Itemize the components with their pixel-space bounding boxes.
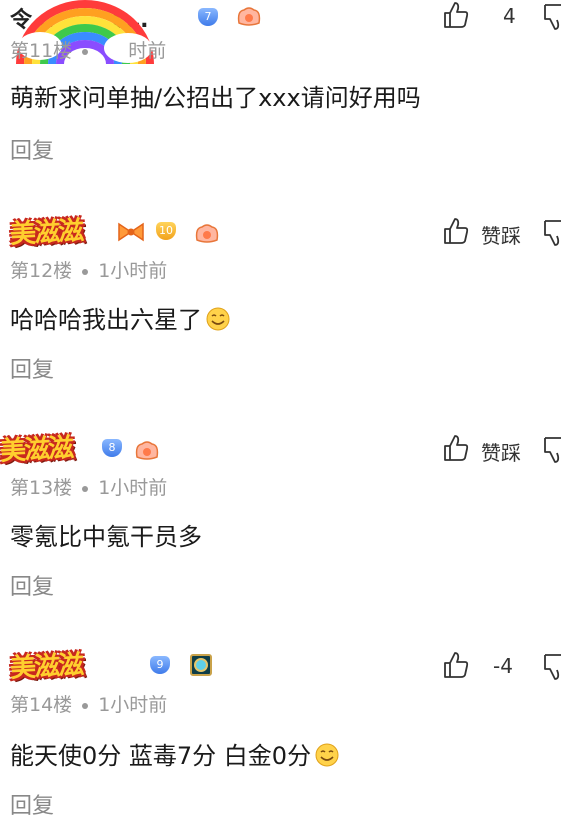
medal-icon bbox=[190, 654, 212, 676]
separator-dot bbox=[82, 48, 89, 55]
like-icon[interactable] bbox=[441, 216, 471, 246]
comment-actions: 赞踩 bbox=[441, 216, 561, 252]
comment-meta: 第12楼 1小时前 bbox=[10, 256, 167, 283]
post-time: 1小时前 bbox=[98, 260, 168, 282]
post-time: 时前 bbox=[128, 40, 167, 62]
comment-actions: 赞踩 bbox=[441, 433, 561, 469]
floor-number: 第12楼 bbox=[10, 260, 73, 282]
comment-floor-13: 美滋滋 8 赞踩 第13楼 1小时前 零氪比中氪干员多 回复 bbox=[0, 433, 561, 650]
reply-button[interactable]: 回复 bbox=[10, 569, 54, 601]
like-icon[interactable] bbox=[441, 650, 471, 680]
like-icon[interactable] bbox=[441, 433, 471, 463]
comment-floor-12: 美滋滋 10 赞踩 第12楼 1小时前 哈哈哈我出六星了 回复 bbox=[0, 216, 561, 433]
like-count: 赞踩 bbox=[481, 441, 521, 465]
comment-floor-11: 令… 士… 7 4 第11楼 时前 萌新求问单抽/公招出了xxx请问好用吗 回复 bbox=[0, 0, 561, 217]
smiling-face-emoji bbox=[315, 743, 339, 767]
comment-text: 零氪比中氪干员多 bbox=[10, 523, 202, 551]
reply-button[interactable]: 回复 bbox=[10, 352, 54, 384]
level-badge: 8 bbox=[102, 439, 122, 457]
dislike-icon[interactable] bbox=[541, 218, 561, 248]
sticker-username[interactable]: 美滋滋 bbox=[9, 644, 83, 685]
post-time: 1小时前 bbox=[98, 477, 168, 499]
comment-meta: 第13楼 1小时前 bbox=[10, 473, 167, 500]
comment-actions: 4 bbox=[441, 0, 561, 36]
dislike-icon[interactable] bbox=[541, 652, 561, 682]
separator-dot bbox=[82, 702, 89, 709]
floor-number: 第11楼 bbox=[10, 40, 73, 62]
dislike-icon[interactable] bbox=[541, 2, 561, 32]
comment-text: 哈哈哈我出六星了 bbox=[10, 300, 230, 335]
smiling-face-emoji bbox=[206, 307, 230, 331]
sticker-username[interactable]: 美滋滋 bbox=[0, 427, 73, 468]
separator-dot bbox=[82, 268, 89, 275]
like-icon[interactable] bbox=[441, 0, 471, 30]
level-badge: 10 bbox=[156, 222, 176, 240]
pet-icon bbox=[237, 7, 261, 26]
level-badge: 7 bbox=[198, 8, 218, 26]
separator-dot bbox=[82, 485, 89, 492]
floor-number: 第13楼 bbox=[10, 477, 73, 499]
like-count: 4 bbox=[503, 4, 516, 28]
pet-icon bbox=[195, 224, 219, 243]
pet-icon bbox=[135, 441, 159, 460]
sticker-username[interactable]: 美滋滋 bbox=[9, 210, 83, 251]
comment-floor-14: 美滋滋 9 -4 第14楼 1小时前 能天使0分 蓝毒7分 白金0分 回复 bbox=[0, 650, 561, 819]
level-badge: 9 bbox=[150, 656, 170, 674]
reply-button[interactable]: 回复 bbox=[10, 133, 54, 165]
like-count: -4 bbox=[493, 654, 513, 678]
reply-button[interactable]: 回复 bbox=[10, 788, 54, 820]
comment-meta: 第11楼 时前 bbox=[10, 36, 166, 63]
comment-text: 能天使0分 蓝毒7分 白金0分 bbox=[10, 736, 339, 771]
bow-icon bbox=[118, 222, 144, 242]
floor-number: 第14楼 bbox=[10, 694, 73, 716]
comment-meta: 第14楼 1小时前 bbox=[10, 690, 167, 717]
comment-actions: -4 bbox=[441, 650, 561, 686]
comment-text: 萌新求问单抽/公招出了xxx请问好用吗 bbox=[10, 84, 421, 112]
dislike-icon[interactable] bbox=[541, 435, 561, 465]
post-time: 1小时前 bbox=[98, 694, 168, 716]
like-count: 赞踩 bbox=[481, 224, 521, 248]
